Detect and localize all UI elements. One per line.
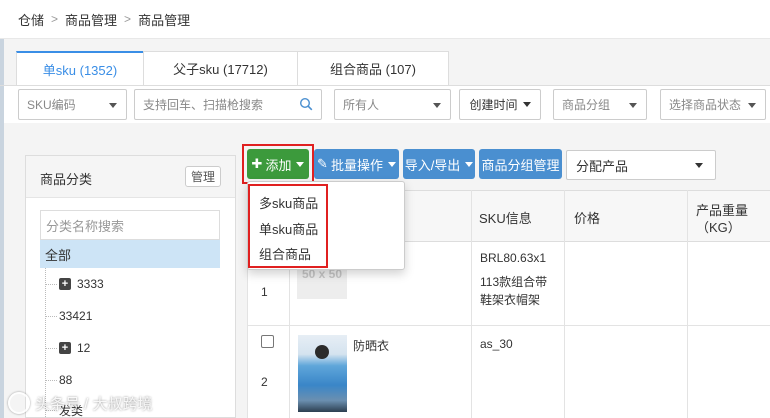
edit-icon: ✎ xyxy=(317,156,328,171)
sku-info-text: 113款组合带 xyxy=(480,275,548,289)
category-tree-node[interactable]: 88 xyxy=(45,370,72,390)
chevron-down-icon xyxy=(387,161,396,167)
chevron-down-icon xyxy=(109,103,117,108)
watermark-logo-icon xyxy=(8,392,30,414)
tree-branch-line xyxy=(45,347,57,349)
breadcrumb-item-current: 商品管理 xyxy=(138,12,191,28)
product-status-select-label: 选择商品状态 xyxy=(669,98,742,112)
sku-type-tabs: 单sku (1352) 父子sku (17712) 组合商品 (107) xyxy=(16,51,449,85)
row-index: 2 xyxy=(261,375,268,389)
breadcrumb-item-warehouse[interactable]: 仓储 xyxy=(18,10,44,29)
column-header-weight-unit: （KG） xyxy=(696,220,741,235)
column-header-sku-info: SKU信息 xyxy=(479,211,532,226)
batch-actions-button[interactable]: ✎ 批量操作 xyxy=(314,149,399,179)
category-node-label: 12 xyxy=(77,341,91,355)
breadcrumb: 仓储 > 商品管理 > 商品管理 xyxy=(18,10,190,28)
owner-select[interactable]: 所有人 xyxy=(334,89,451,120)
chevron-down-icon xyxy=(433,103,441,108)
category-node-label: 88 xyxy=(59,373,73,387)
watermark: 头条号 / 大叔跨境 xyxy=(8,392,153,414)
row-index: 1 xyxy=(261,285,268,299)
sku-info-text: as_30 xyxy=(480,337,513,351)
sku-code-select[interactable]: SKU编码 xyxy=(18,89,127,120)
product-name[interactable]: 防晒衣 xyxy=(353,337,389,354)
expand-plus-icon[interactable]: + xyxy=(59,342,71,354)
watermark-text: 头条号 / 大叔跨境 xyxy=(35,395,153,413)
expand-plus-icon[interactable]: + xyxy=(59,278,71,290)
created-time-label: 创建时间 xyxy=(469,98,518,112)
tree-branch-line xyxy=(45,283,57,285)
chevron-down-icon xyxy=(522,102,531,107)
chevron-down-icon xyxy=(465,161,474,167)
category-panel-title: 商品分类 xyxy=(40,172,93,187)
table-column-divider xyxy=(564,190,565,418)
breadcrumb-separator: > xyxy=(51,12,59,26)
assign-product-label: 分配产品 xyxy=(576,158,629,174)
breadcrumb-item-product-management[interactable]: 商品管理 xyxy=(65,10,117,29)
tab-combo-products[interactable]: 组合商品 (107) xyxy=(297,51,449,85)
sku-info-text: 鞋架衣帽架 xyxy=(480,293,541,307)
search-input[interactable]: 支持回车、扫描枪搜索 xyxy=(134,89,322,120)
tab-single-sku[interactable]: 单sku (1352) xyxy=(16,51,144,85)
category-tree-all[interactable]: 全部 xyxy=(40,240,220,268)
sku-info-text: BRL80.63x1 xyxy=(480,251,547,265)
import-export-label: 导入/导出 xyxy=(404,157,461,173)
table-row-divider xyxy=(247,325,770,326)
table-column-divider xyxy=(471,190,472,418)
owner-select-label: 所有人 xyxy=(343,98,380,112)
chevron-down-icon xyxy=(629,103,637,108)
batch-actions-label: 批量操作 xyxy=(330,157,383,173)
created-time-sort-button[interactable]: 创建时间 xyxy=(459,89,541,120)
category-tree-node[interactable]: + 3333 xyxy=(45,274,104,294)
search-input-placeholder: 支持回车、扫描枪搜索 xyxy=(143,98,264,112)
tree-branch-line xyxy=(45,315,57,317)
product-thumbnail[interactable] xyxy=(298,335,347,412)
search-icon[interactable] xyxy=(299,97,313,111)
product-group-select[interactable]: 商品分组 xyxy=(553,89,647,120)
tree-branch-line xyxy=(45,379,57,381)
thumbnail-person xyxy=(315,345,329,359)
chevron-down-icon xyxy=(748,103,756,108)
product-group-select-label: 商品分组 xyxy=(562,98,611,112)
category-node-label: 33421 xyxy=(59,309,93,323)
chevron-down-icon xyxy=(695,163,703,168)
category-panel-header: 商品分类 管理 xyxy=(26,156,235,198)
manage-category-button[interactable]: 管理 xyxy=(185,166,221,187)
highlight-box-menu xyxy=(248,184,328,268)
category-panel: 商品分类 管理 分类名称搜索 全部 + 3333 33421 + 12 88 发… xyxy=(25,155,236,418)
category-node-label: 3333 xyxy=(77,277,104,291)
sku-code-select-label: SKU编码 xyxy=(27,98,76,112)
row-checkbox[interactable] xyxy=(261,335,274,348)
breadcrumb-separator: > xyxy=(124,12,132,26)
table-column-divider xyxy=(687,190,688,418)
product-status-select[interactable]: 选择商品状态 xyxy=(660,89,766,120)
import-export-button[interactable]: 导入/导出 xyxy=(403,149,475,179)
tab-parent-child-sku[interactable]: 父子sku (17712) xyxy=(143,51,298,85)
category-tree-node[interactable]: + 12 xyxy=(45,338,90,358)
product-group-manage-button[interactable]: 商品分组管理 xyxy=(479,149,562,179)
category-search-input[interactable]: 分类名称搜索 xyxy=(40,210,220,240)
column-header-price[interactable]: 价格 xyxy=(574,208,600,227)
assign-product-select[interactable]: 分配产品 xyxy=(566,150,716,180)
highlight-box-add xyxy=(242,144,314,184)
category-tree-node[interactable]: 33421 xyxy=(45,306,92,326)
